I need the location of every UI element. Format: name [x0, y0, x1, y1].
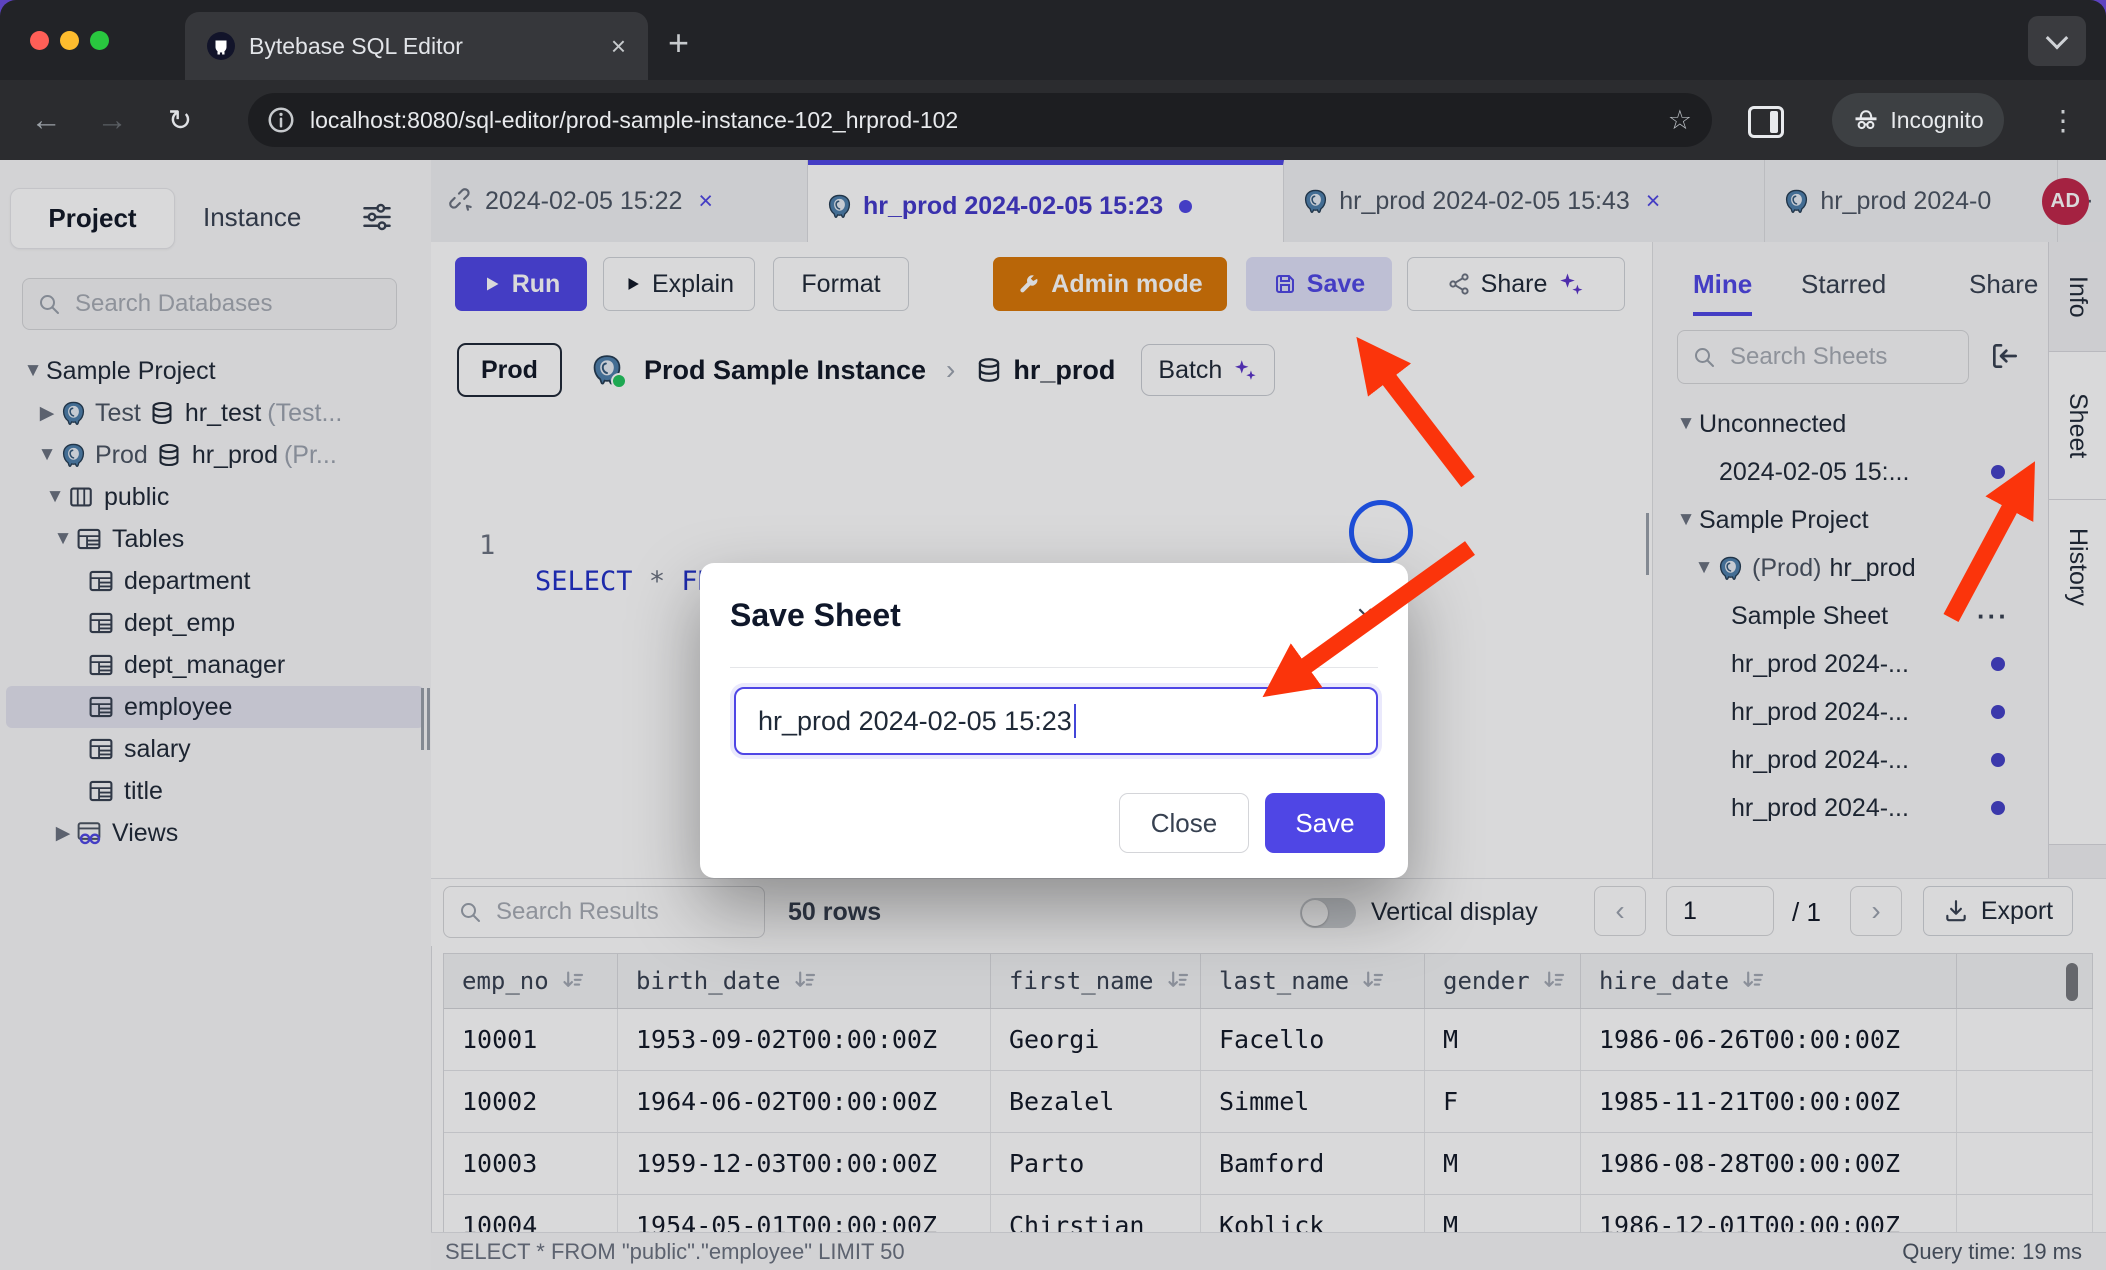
incognito-badge: Incognito	[1832, 93, 2004, 147]
new-tab-button[interactable]: +	[668, 22, 689, 64]
site-info-icon[interactable]	[266, 105, 296, 135]
sheet-name-value: hr_prod 2024-02-05 15:23	[758, 706, 1072, 737]
annotation-circle	[1349, 500, 1413, 564]
text-cursor	[1074, 704, 1076, 738]
tab-close-icon[interactable]: ×	[611, 33, 626, 59]
dialog-close-icon[interactable]: ×	[1356, 601, 1374, 631]
bytebase-favicon	[207, 32, 235, 60]
browser-tab[interactable]: Bytebase SQL Editor ×	[185, 12, 648, 80]
dialog-save-button[interactable]: Save	[1265, 793, 1385, 853]
incognito-label: Incognito	[1890, 107, 1983, 134]
tab-search-button[interactable]	[2028, 16, 2086, 66]
side-panel-icon[interactable]	[1748, 106, 1784, 138]
browser-navbar: ← → ↻ localhost:8080/sql-editor/prod-sam…	[0, 80, 2106, 160]
bookmark-star-icon[interactable]: ☆	[1668, 105, 1692, 136]
save-sheet-dialog: Save Sheet × hr_prod 2024-02-05 15:23 Cl…	[700, 563, 1408, 878]
dialog-close-button[interactable]: Close	[1119, 793, 1249, 853]
incognito-icon	[1852, 106, 1880, 134]
browser-menu-icon[interactable]: ⋮	[2038, 80, 2088, 160]
dialog-title: Save Sheet	[730, 597, 901, 634]
address-bar[interactable]: localhost:8080/sql-editor/prod-sample-in…	[248, 93, 1712, 147]
back-button[interactable]: ←	[24, 80, 68, 160]
window-minimize-button[interactable]	[60, 31, 79, 50]
window-zoom-button[interactable]	[90, 31, 109, 50]
window-close-button[interactable]	[30, 31, 49, 50]
browser-titlebar: Bytebase SQL Editor × +	[0, 0, 2106, 80]
chevron-down-icon	[2046, 27, 2069, 50]
browser-tab-title: Bytebase SQL Editor	[249, 33, 611, 60]
sheet-name-input[interactable]: hr_prod 2024-02-05 15:23	[734, 687, 1378, 755]
browser-window: Bytebase SQL Editor × + ← → ↻ localhost:…	[0, 0, 2106, 1270]
url-text[interactable]: localhost:8080/sql-editor/prod-sample-in…	[310, 107, 1668, 134]
forward-button[interactable]: →	[90, 80, 134, 160]
reload-button[interactable]: ↻	[158, 80, 202, 160]
dialog-header: Save Sheet ×	[730, 563, 1378, 668]
